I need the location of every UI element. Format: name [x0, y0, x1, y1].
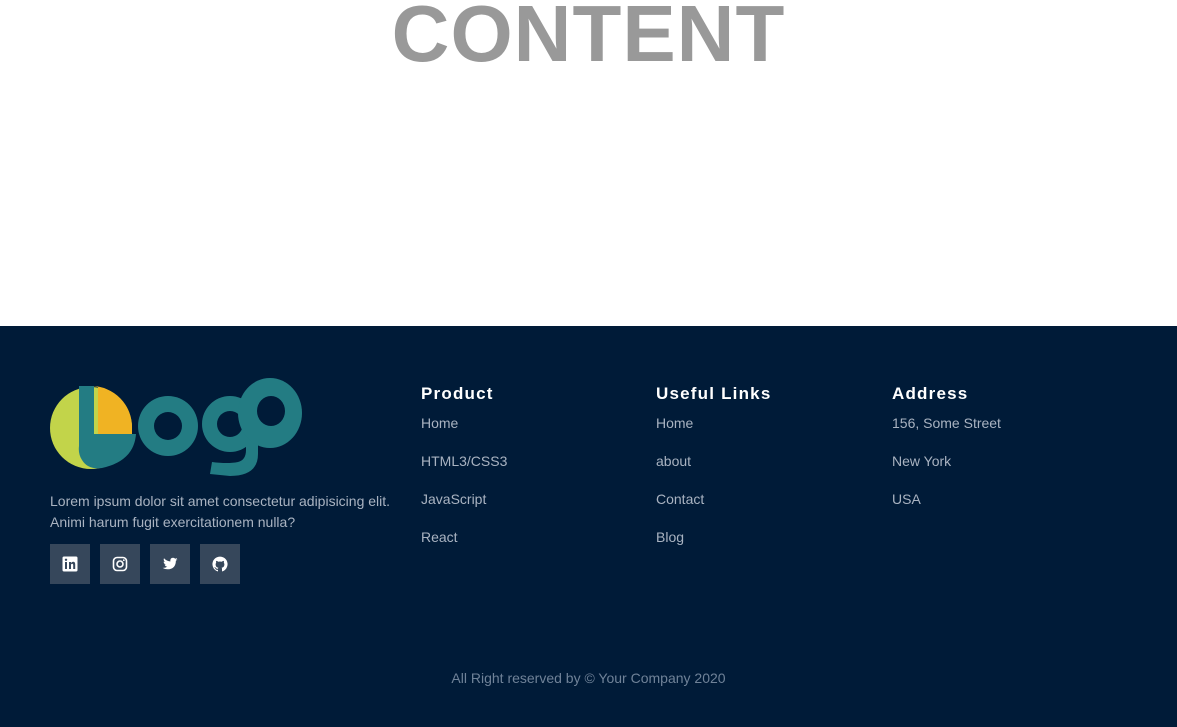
- product-link-javascript[interactable]: JavaScript: [421, 490, 507, 508]
- github-icon: [212, 556, 228, 572]
- linkedin-button[interactable]: [50, 544, 90, 584]
- instagram-button[interactable]: [100, 544, 140, 584]
- footer-address-column: Address 156, Some Street New York USA: [892, 384, 1001, 528]
- address-heading: Address: [892, 384, 969, 403]
- company-logo[interactable]: [50, 376, 306, 478]
- content-section: CONTENT: [0, 0, 1177, 326]
- github-button[interactable]: [200, 544, 240, 584]
- content-heading: CONTENT: [391, 0, 786, 78]
- footer-about-text: Lorem ipsum dolor sit amet consectetur a…: [50, 491, 410, 533]
- address-country: USA: [892, 491, 921, 507]
- social-links: [50, 544, 240, 584]
- about-line-1: Lorem ipsum dolor sit amet consectetur a…: [50, 493, 391, 509]
- twitter-button[interactable]: [150, 544, 190, 584]
- address-city: New York: [892, 453, 952, 469]
- address-street: 156, Some Street: [892, 415, 1001, 431]
- about-line-2: Animi harum fugit exercitationem nulla?: [50, 514, 296, 530]
- site-footer: Lorem ipsum dolor sit amet consectetur a…: [0, 326, 1177, 727]
- useful-link-blog[interactable]: Blog: [656, 528, 771, 546]
- linkedin-icon: [62, 556, 78, 572]
- useful-link-contact[interactable]: Contact: [656, 490, 771, 508]
- copyright-text: All Right reserved by © Your Company 202…: [451, 670, 726, 686]
- product-link-react[interactable]: React: [421, 528, 507, 546]
- instagram-icon: [112, 556, 128, 572]
- twitter-icon: [162, 557, 178, 570]
- product-link-html-css[interactable]: HTML3/CSS3: [421, 452, 507, 470]
- useful-link-about[interactable]: about: [656, 452, 771, 470]
- product-heading: Product: [421, 384, 494, 403]
- product-link-home[interactable]: Home: [421, 414, 507, 432]
- useful-link-home[interactable]: Home: [656, 414, 771, 432]
- footer-product-column: Product Home HTML3/CSS3 JavaScript React: [421, 384, 507, 566]
- useful-links-heading: Useful Links: [656, 384, 772, 403]
- footer-useful-links-column: Useful Links Home about Contact Blog: [656, 384, 771, 566]
